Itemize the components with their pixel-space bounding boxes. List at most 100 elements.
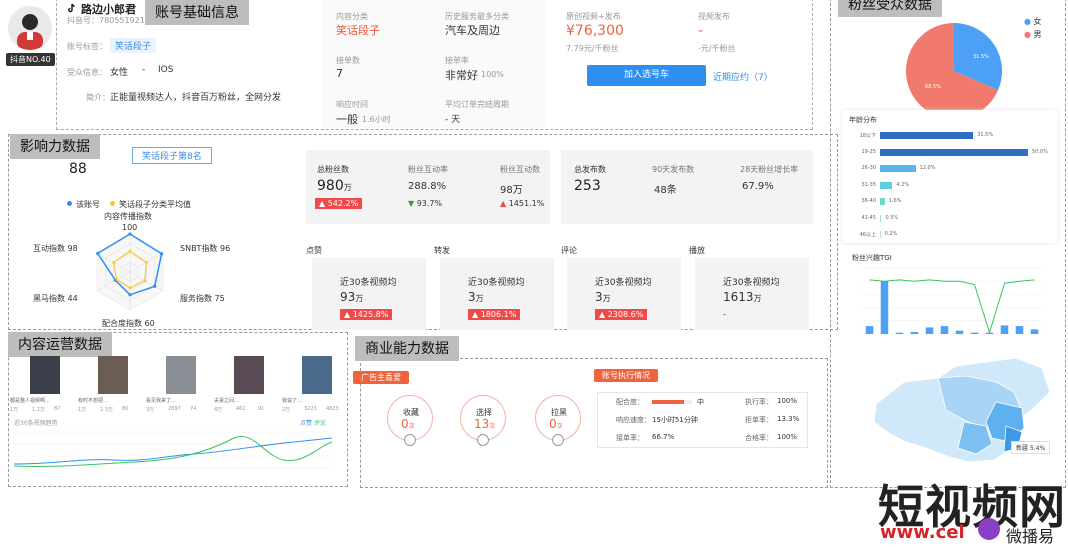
gender-pie-chart: 31.5% 68.5% [906, 23, 1002, 120]
accept-value: 非常好 [445, 69, 478, 82]
engagement-growth-value: 1425.8% [352, 310, 389, 319]
age-bin-label: 19-25 [861, 148, 876, 155]
douyin-id: 抖音号：780551921 [67, 16, 145, 25]
tgi-bar [910, 332, 919, 334]
age-bar [880, 181, 893, 189]
video-shares: 4823 [326, 406, 339, 412]
radar-legend-self: 该账号 [76, 200, 100, 209]
exec-key: 配合度： [616, 398, 644, 406]
works90-value: 48条 [654, 185, 677, 196]
age-bar-label: 0.2% [884, 231, 898, 237]
accept-label: 接单率 [445, 56, 469, 65]
age-bar-label: 0.5% [885, 214, 899, 221]
orders-value: 7 [336, 67, 343, 80]
exec-value: 15小时51分钟 [652, 416, 698, 424]
age-bar [880, 198, 885, 205]
add-to-cart-button[interactable]: 加入选号车 [587, 65, 706, 86]
exec-key: 接单率： [616, 434, 644, 442]
video-thumbnail[interactable] [30, 356, 60, 394]
interact-rate-growth-value: 93.7% [416, 199, 443, 208]
age-bar-label: 50.0% [1032, 148, 1048, 155]
tgi-bar [1030, 329, 1039, 334]
watermark-logo [978, 518, 1000, 540]
engagement-label: 评论 [561, 246, 577, 255]
tgi-bar [955, 330, 964, 334]
content-ops-section-title: 内容运营数据 [8, 332, 112, 357]
orig-sub: 7.79元/千粉丝 [566, 44, 619, 53]
influence-section-title: 影响力数据 [10, 134, 100, 159]
video-label: 视频发布 [698, 12, 730, 21]
video-thumbnail[interactable] [302, 356, 332, 394]
fans-total-growth: ▲ 542.2% [315, 198, 363, 209]
rank-badge: 抖音NO.40 [6, 53, 55, 66]
engagement-sub: 近30条视频均 [723, 278, 780, 288]
audience-os: IOS [158, 65, 174, 75]
radar-center-value: 100 [122, 223, 138, 232]
radar-point-avg [145, 261, 148, 264]
video-thumbnail[interactable] [234, 356, 264, 394]
map-tooltip-region: 新疆 [1016, 445, 1029, 452]
tgi-bar [880, 281, 889, 334]
exec-key: 拒单率： [745, 416, 773, 424]
tag-label: 账号标签： [67, 42, 107, 51]
watermark-brand: 微播易 [1006, 527, 1055, 546]
interact-value: 98万 [500, 185, 523, 196]
watermark-url: www.cel [880, 522, 965, 543]
ad-favor-value-unit: 次 [489, 423, 496, 430]
video-sub: -元/千粉丝 [698, 44, 736, 53]
age-card [842, 110, 1058, 243]
video-thumbnail[interactable] [98, 356, 128, 394]
interact-growth-value: 1451.1% [508, 199, 545, 208]
age-bar-label: 12.0% [919, 165, 936, 171]
ad-favor-value-number: 13 [474, 417, 490, 431]
recent-booking-link[interactable]: 近期应约（7） [713, 70, 773, 83]
ad-favor-icon [552, 434, 564, 446]
radar-label-top-right: SNBT指数 96 [180, 244, 231, 253]
engagement-growth-arrow: ▲ [344, 310, 353, 319]
radar-point-avg [112, 261, 115, 264]
category-rank-badge[interactable]: 笑话段子第8名 [132, 147, 212, 164]
video-comments: 2897 [168, 406, 181, 412]
engagement-value: 3万 [468, 290, 484, 304]
pie-label-male: 68.5% [925, 84, 941, 90]
video-caption: 都是整人视频啊… [10, 398, 51, 404]
pie-legend-male: ● 男 [1024, 30, 1042, 39]
influence-score: 88 [69, 161, 87, 177]
ad-favor-value-unit: 次 [556, 423, 563, 430]
tgi-bar [970, 332, 979, 334]
engagement-growth: ▲ 1425.8% [340, 309, 393, 320]
ad-favor-value-unit: 次 [408, 423, 415, 430]
pie-legend: ● 女 ● 男 [1024, 15, 1042, 41]
cycle-value: - 天 [445, 115, 461, 125]
tgi-line [869, 279, 1035, 335]
radar-legend-avg-dot [110, 201, 115, 206]
video-thumbnail[interactable] [166, 356, 196, 394]
ad-favor-tag: 广告主喜爱 [353, 371, 409, 384]
video-likes: 2万 [282, 407, 291, 413]
business-section-title: 商业能力数据 [355, 336, 459, 361]
response-value: 一般 [336, 113, 358, 126]
audience-sep: - [142, 65, 146, 75]
radar-legend-self-dot [67, 201, 72, 206]
video-caption: 有时不想把… [78, 398, 109, 404]
content-cat-label: 内容分类 [336, 12, 368, 21]
avatar-image [17, 14, 43, 50]
age-title: 年龄分布 [849, 116, 877, 124]
works90-label: 90天发布数 [652, 165, 695, 174]
exec-key: 合格率： [745, 434, 773, 442]
interact-rate-value: 288.8% [408, 181, 447, 192]
account-section-title: 账号基础信息 [145, 0, 249, 25]
map-tooltip-value: 5.4% [1029, 445, 1046, 452]
orig-label: 原创视频+发布 [566, 12, 621, 21]
works-label: 总发布数 [574, 165, 606, 174]
engagement-growth-value: 2308.6% [607, 310, 644, 319]
tag-value[interactable]: 笑话段子 [110, 38, 157, 53]
china-map [873, 357, 1051, 463]
video-comments: 3223 [304, 406, 317, 412]
orders-label: 接单数 [336, 56, 360, 65]
radar-label-bottom-right: 服务指数 75 [180, 294, 225, 303]
age-bin-label: 41-45 [861, 214, 876, 221]
radar-point-self [128, 232, 132, 236]
intro-label: 简介： [86, 93, 110, 102]
video-caption: 我说了… [282, 398, 303, 404]
